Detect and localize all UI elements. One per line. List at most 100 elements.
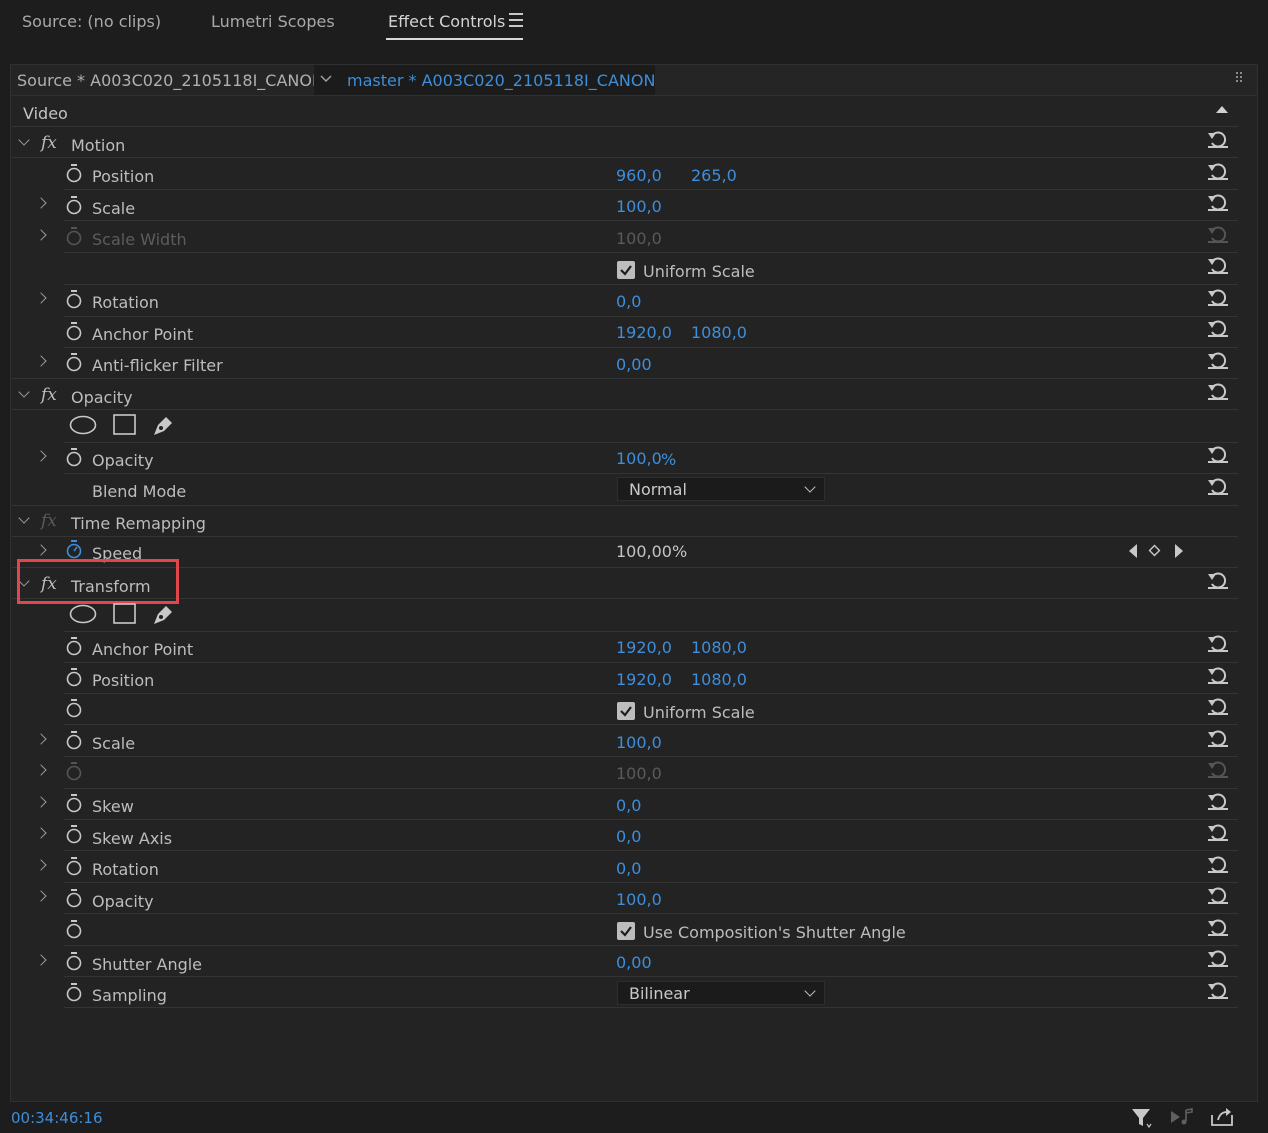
transform-anchor-y-value[interactable]: 1080,0 (691, 638, 747, 657)
reset-icon[interactable] (1207, 351, 1229, 373)
transform-anchor-x-value[interactable]: 1920,0 (616, 638, 672, 657)
keyframe-nav-icon[interactable] (1126, 543, 1186, 559)
reset-icon[interactable] (1207, 792, 1229, 814)
reset-icon[interactable] (1207, 949, 1229, 971)
transform-position-x-value[interactable]: 1920,0 (616, 670, 672, 689)
reset-icon[interactable] (1207, 981, 1229, 1003)
effect-title-motion[interactable]: Motion (71, 136, 125, 155)
stopwatch-icon[interactable] (66, 196, 82, 215)
use-comp-shutter-checkbox[interactable] (617, 922, 635, 940)
reset-icon[interactable] (1207, 634, 1229, 656)
effect-title-opacity[interactable]: Opacity (71, 388, 133, 407)
reset-icon[interactable] (1207, 697, 1229, 719)
anchor-point-y-value[interactable]: 1080,0 (691, 323, 747, 342)
position-x-value[interactable]: 960,0 (616, 166, 662, 185)
reset-icon[interactable] (1207, 571, 1229, 593)
stopwatch-icon[interactable] (66, 731, 82, 750)
stopwatch-icon[interactable] (66, 353, 82, 372)
source-clip-label[interactable]: Source * A003C020_2105118I_CANON (17, 71, 324, 90)
transform-position-y-value[interactable]: 1080,0 (691, 670, 747, 689)
reset-icon[interactable] (1207, 130, 1229, 152)
stopwatch-icon[interactable] (66, 825, 82, 844)
stopwatch-icon[interactable] (66, 983, 82, 1002)
stopwatch-icon[interactable] (66, 322, 82, 341)
transform-opacity-value[interactable]: 100,0 (616, 890, 662, 909)
ellipse-mask-icon[interactable] (69, 415, 98, 435)
divider (64, 220, 1238, 221)
stopwatch-icon[interactable] (66, 637, 82, 656)
pen-mask-icon[interactable] (152, 413, 176, 437)
transform-scale-width-value: 100,0 (616, 764, 662, 783)
rectangle-mask-icon[interactable] (113, 603, 137, 625)
chevron-down-icon[interactable] (320, 75, 332, 83)
uniform-scale-checkbox[interactable] (617, 261, 635, 279)
export-icon[interactable] (1210, 1107, 1234, 1127)
reset-icon[interactable] (1207, 886, 1229, 908)
stopwatch-icon[interactable] (66, 668, 82, 687)
fx-icon[interactable]: fx (41, 385, 57, 405)
param-label-scale: Scale (92, 199, 136, 218)
reset-icon[interactable] (1207, 823, 1229, 845)
reset-icon[interactable] (1207, 162, 1229, 184)
stopwatch-icon[interactable] (66, 857, 82, 876)
stopwatch-icon[interactable] (66, 794, 82, 813)
stopwatch-icon[interactable] (66, 889, 82, 908)
transform-rotation-value[interactable]: 0,0 (616, 859, 641, 878)
stopwatch-icon (66, 227, 82, 246)
speed-value[interactable]: 100,00% (616, 542, 687, 561)
stopwatch-icon[interactable] (66, 540, 82, 559)
master-clip-label[interactable]: master * A003C020_2105118I_CANON (347, 71, 655, 90)
skew-value[interactable]: 0,0 (616, 796, 641, 815)
tab-effect-controls[interactable]: Effect Controls (388, 12, 505, 31)
scale-value[interactable]: 100,0 (616, 197, 662, 216)
play-audio-icon[interactable] (1170, 1108, 1194, 1128)
panel-grip-icon[interactable] (1236, 72, 1244, 84)
tab-source[interactable]: Source: (no clips) (22, 12, 161, 31)
reset-icon[interactable] (1207, 666, 1229, 688)
stopwatch-icon[interactable] (66, 920, 82, 939)
reset-icon[interactable] (1207, 729, 1229, 751)
reset-icon[interactable] (1207, 319, 1229, 341)
reset-icon[interactable] (1207, 918, 1229, 940)
effect-title-time-remapping[interactable]: Time Remapping (71, 514, 206, 533)
reset-icon[interactable] (1207, 193, 1229, 215)
tab-lumetri-scopes[interactable]: Lumetri Scopes (211, 12, 335, 31)
filter-icon[interactable] (1131, 1107, 1153, 1129)
rectangle-mask-icon[interactable] (113, 414, 137, 436)
stopwatch-icon[interactable] (66, 448, 82, 467)
stopwatch-icon[interactable] (66, 164, 82, 183)
stopwatch-icon[interactable] (66, 699, 82, 718)
panel-tab-bar (0, 0, 1268, 44)
reset-icon[interactable] (1207, 855, 1229, 877)
scroll-up-icon[interactable] (1216, 106, 1228, 113)
pen-mask-icon[interactable] (152, 602, 176, 626)
rotation-value[interactable]: 0,0 (616, 292, 641, 311)
sampling-dropdown[interactable]: Bilinear (617, 981, 825, 1005)
timecode-display[interactable]: 00:34:46:16 (11, 1109, 103, 1127)
anchor-point-x-value[interactable]: 1920,0 (616, 323, 672, 342)
blend-mode-dropdown[interactable]: Normal (617, 477, 825, 501)
shutter-angle-value[interactable]: 0,00 (616, 953, 652, 972)
param-label-scale-width: Scale Width (92, 230, 187, 249)
anti-flicker-value[interactable]: 0,00 (616, 355, 652, 374)
reset-icon[interactable] (1207, 256, 1229, 278)
reset-icon[interactable] (1207, 445, 1229, 467)
transform-scale-value[interactable]: 100,0 (616, 733, 662, 752)
stopwatch-icon[interactable] (66, 952, 82, 971)
opacity-value[interactable]: 100,0 (616, 449, 662, 468)
skew-axis-value[interactable]: 0,0 (616, 827, 641, 846)
fx-icon[interactable]: fx (41, 133, 57, 153)
transform-uniform-scale-label: Uniform Scale (643, 703, 755, 722)
chevron-down-icon (804, 985, 816, 997)
transform-uniform-scale-checkbox[interactable] (617, 702, 635, 720)
menu-icon[interactable] (509, 13, 523, 27)
reset-icon[interactable] (1207, 382, 1229, 404)
divider (64, 819, 1238, 820)
divider (64, 693, 1238, 694)
ellipse-mask-icon[interactable] (69, 604, 98, 624)
reset-icon[interactable] (1207, 288, 1229, 310)
divider (64, 662, 1238, 663)
position-y-value[interactable]: 265,0 (691, 166, 737, 185)
stopwatch-icon[interactable] (66, 290, 82, 309)
reset-icon[interactable] (1207, 477, 1229, 499)
